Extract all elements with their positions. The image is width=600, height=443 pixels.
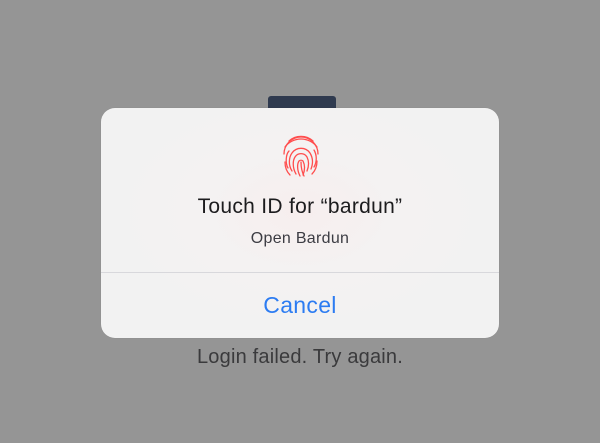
fingerprint-icon <box>283 135 319 177</box>
touch-id-alert: Touch ID for “bardun” Open Bardun Cancel <box>101 108 499 338</box>
alert-message: Open Bardun <box>250 230 350 247</box>
alert-title: Touch ID for “bardun” <box>197 195 403 218</box>
login-status-message: Login failed. Try again. <box>196 346 404 368</box>
cancel-button[interactable]: Cancel <box>101 273 499 338</box>
